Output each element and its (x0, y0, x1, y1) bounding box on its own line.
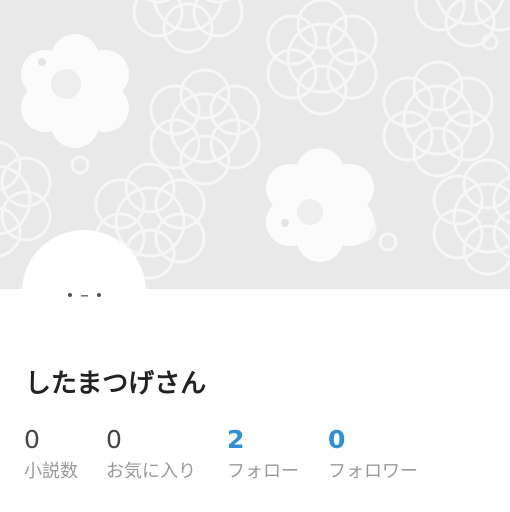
stat-novels-count: 0 (24, 425, 40, 454)
avatar[interactable] (22, 230, 146, 354)
stat-followers[interactable]: 0 フォロワー (328, 423, 418, 485)
stat-favorites-label: お気に入り (106, 461, 196, 482)
stat-following-label: フォロー (227, 461, 299, 482)
stat-favorites[interactable]: 0 お気に入り (106, 423, 196, 485)
stat-following[interactable]: 2 フォロー (227, 423, 299, 485)
stat-followers-label: フォロワー (328, 461, 418, 482)
stat-favorites-count: 0 (106, 425, 122, 454)
stat-novels-label: 小説数 (24, 461, 78, 482)
profile-username: したまつげさん (25, 369, 207, 399)
stat-followers-count: 0 (328, 425, 346, 454)
stat-novels[interactable]: 0 小説数 (24, 423, 78, 485)
avatar-face-icon (68, 293, 101, 297)
stat-following-count: 2 (227, 425, 245, 454)
